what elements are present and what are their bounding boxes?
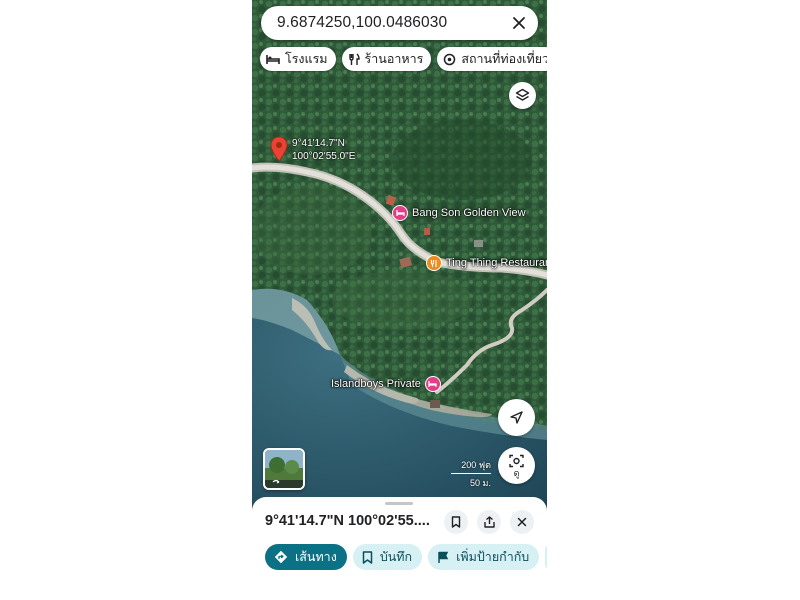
add-label-text: เพิ่มป้ายกำกับ <box>456 550 530 564</box>
bookmark-icon <box>451 516 461 528</box>
share-button[interactable] <box>477 510 501 534</box>
layers-icon <box>515 88 530 101</box>
fork-knife-icon <box>348 53 360 65</box>
restaurant-icon <box>426 255 442 271</box>
poi-ting-thing-restaurant[interactable]: Ting Thing Restaurant <box>426 255 547 271</box>
phone-screen: 9.6874250,100.0486030 โรงแรม ร้านอาหาร ส… <box>252 0 547 600</box>
chip-restaurants[interactable]: ร้านอาหาร <box>341 47 432 71</box>
chip-label: สถานที่ท่องเที่ยว <box>461 52 547 66</box>
map-scale: 200 ฟุต 50 ม. <box>451 458 491 490</box>
hotel-icon <box>424 376 441 392</box>
save-button[interactable] <box>444 510 468 534</box>
close-button[interactable] <box>510 510 534 534</box>
bed-icon <box>266 55 280 64</box>
close-icon <box>517 517 527 527</box>
chip-label: โรงแรม <box>285 52 328 66</box>
lens-camera-icon <box>509 454 524 467</box>
poi-bang-son-golden-view[interactable]: Bang Son Golden View <box>392 205 526 221</box>
action-buttons: เส้นทาง บันทึก เพิ่มป้ายกำกับ <box>265 544 547 570</box>
poi-name: Ting Thing Restaurant <box>446 257 547 269</box>
add-label-button[interactable]: เพิ่มป้ายกำกับ <box>428 544 540 570</box>
search-query[interactable]: 9.6874250,100.0486030 <box>277 14 506 32</box>
my-location-button[interactable] <box>498 399 535 436</box>
flag-icon <box>438 551 449 563</box>
directions-button[interactable]: เส้นทาง <box>265 544 347 570</box>
pin-latitude: 9°41'14.7"N <box>292 138 345 149</box>
place-bottom-sheet[interactable]: 9°41'14.7"N 100°02'55.... เส้นทาง บันทึก… <box>252 497 547 600</box>
chip-label: ร้านอาหาร <box>364 52 424 66</box>
save-place-button[interactable]: บันทึก <box>352 544 423 570</box>
lens-button[interactable]: ดู <box>498 447 535 484</box>
sheet-title: 9°41'14.7"N 100°02'55.... <box>265 513 430 529</box>
scale-feet: 200 ฟุต <box>451 458 491 474</box>
dropped-pin-icon[interactable] <box>270 136 288 162</box>
category-chips: โรงแรม ร้านอาหาร สถานที่ท่องเที่ยว <box>260 47 547 71</box>
layers-button[interactable] <box>509 82 536 109</box>
pin-longitude: 100°02'55.0"E <box>292 151 356 162</box>
navigation-arrow-icon <box>510 411 523 424</box>
lens-label: ดู <box>513 467 520 478</box>
camera-icon <box>444 53 456 65</box>
poi-islandboys-private[interactable]: Islandboys Private <box>331 376 441 392</box>
hotel-icon <box>392 205 408 221</box>
chip-attractions[interactable]: สถานที่ท่องเที่ยว <box>437 47 547 71</box>
directions-icon <box>274 550 288 564</box>
directions-label: เส้นทาง <box>295 550 337 564</box>
save-label: บันทึก <box>379 550 413 564</box>
bookmark-icon <box>362 550 373 564</box>
pin-coordinates: 9°41'14.7"N 100°02'55.0"E <box>292 137 355 163</box>
chip-hotels[interactable]: โรงแรม <box>260 47 336 71</box>
drag-handle[interactable] <box>385 502 413 505</box>
search-bar[interactable]: 9.6874250,100.0486030 <box>261 6 538 40</box>
street-view-thumbnail[interactable] <box>263 448 305 490</box>
poi-name: Islandboys Private <box>331 378 421 390</box>
poi-name: Bang Son Golden View <box>412 207 526 219</box>
scale-meters: 50 ม. <box>470 478 491 488</box>
more-actions-button[interactable] <box>545 544 547 570</box>
share-icon <box>483 516 495 528</box>
clear-search-icon[interactable] <box>506 10 532 36</box>
